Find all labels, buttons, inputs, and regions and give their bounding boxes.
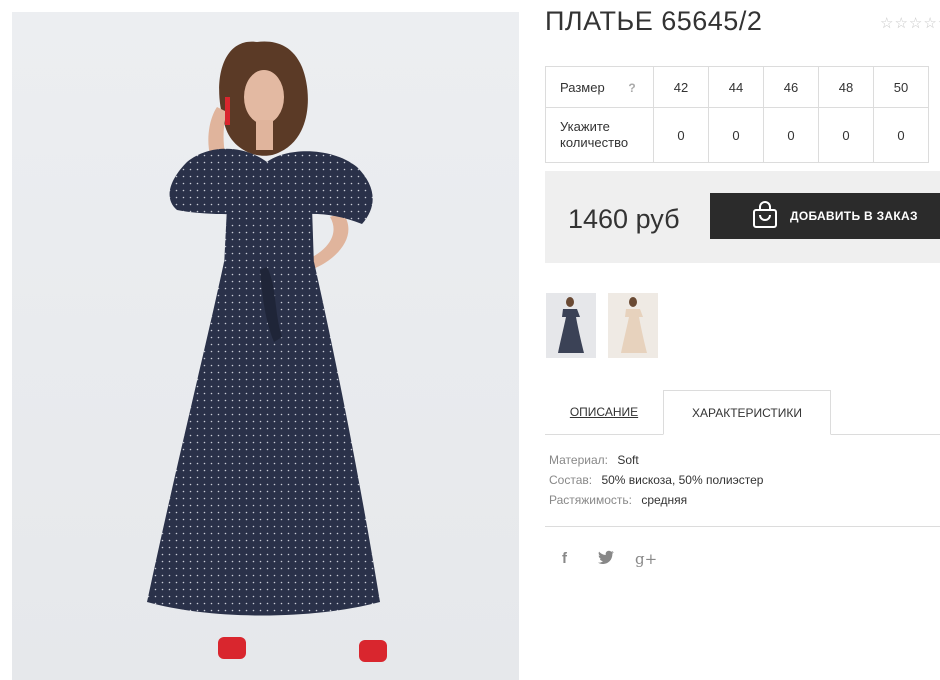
thumbnail-dark-illustration: [558, 297, 584, 353]
spec-value: 50% вискоза, 50% полиэстер: [601, 473, 764, 487]
quantity-input[interactable]: 0: [763, 107, 819, 163]
add-to-order-label: ДОБАВИТЬ В ЗАКАЗ: [790, 209, 918, 223]
size-cell: 44: [708, 66, 764, 108]
spec-value: Soft: [617, 453, 639, 467]
thumbnail-beige-illustration: [621, 297, 647, 353]
star-rating[interactable]: ☆☆☆☆☆: [880, 14, 940, 34]
product-main-image[interactable]: [12, 12, 519, 680]
size-help-icon[interactable]: ?: [628, 81, 635, 95]
quantity-input[interactable]: 0: [873, 107, 929, 163]
quantity-row: Укажите количество 0 0 0 0 0: [545, 107, 929, 163]
product-title: ПЛАТЬЕ 65645/2: [545, 6, 763, 36]
size-cell: 46: [763, 66, 819, 108]
thumbnail-beige-dress[interactable]: [608, 293, 658, 358]
product-price: 1460 руб: [568, 204, 680, 234]
size-quantity-table: Размер ? 42 44 46 48 50 Укажите количест…: [545, 66, 929, 163]
size-cell: 50: [873, 66, 929, 108]
size-label: Размер: [560, 79, 605, 95]
quantity-input[interactable]: 0: [653, 107, 709, 163]
characteristics-list: Материал: Soft Состав: 50% вискоза, 50% …: [549, 452, 763, 512]
spec-row-stretch: Растяжимость: средняя: [549, 492, 763, 512]
spec-label: Материал:: [549, 453, 608, 467]
quantity-label-line1: Укажите: [560, 119, 610, 134]
tab-description[interactable]: ОПИСАНИЕ: [545, 390, 663, 434]
size-cell: 42: [653, 66, 709, 108]
spec-label: Растяжимость:: [549, 493, 633, 507]
facebook-icon[interactable]: f: [562, 550, 567, 567]
spec-row-composition: Состав: 50% вискоза, 50% полиэстер: [549, 472, 763, 492]
twitter-icon[interactable]: [598, 550, 614, 568]
dress-model-illustration: [147, 41, 387, 662]
product-tabs: ОПИСАНИЕ ХАРАКТЕРИСТИКИ: [545, 390, 940, 435]
size-label-cell: Размер ?: [545, 66, 654, 108]
spec-label: Состав:: [549, 473, 593, 487]
divider: [545, 526, 940, 527]
shopping-bag-icon: [752, 200, 778, 232]
quantity-label-cell: Укажите количество: [545, 107, 654, 163]
google-plus-icon[interactable]: g+: [635, 550, 657, 568]
spec-row-material: Материал: Soft: [549, 452, 763, 472]
tab-characteristics[interactable]: ХАРАКТЕРИСТИКИ: [663, 390, 831, 435]
size-cell: 48: [818, 66, 874, 108]
quantity-label-line2: количество: [560, 135, 629, 150]
price-box: 1460 руб ДОБАВИТЬ В ЗАКАЗ: [545, 171, 940, 263]
spec-value: средняя: [641, 493, 688, 507]
size-row: Размер ? 42 44 46 48 50: [545, 66, 929, 108]
thumbnail-dark-dress[interactable]: [546, 293, 596, 358]
quantity-input[interactable]: 0: [818, 107, 874, 163]
add-to-order-button[interactable]: ДОБАВИТЬ В ЗАКАЗ: [710, 193, 940, 239]
quantity-input[interactable]: 0: [708, 107, 764, 163]
